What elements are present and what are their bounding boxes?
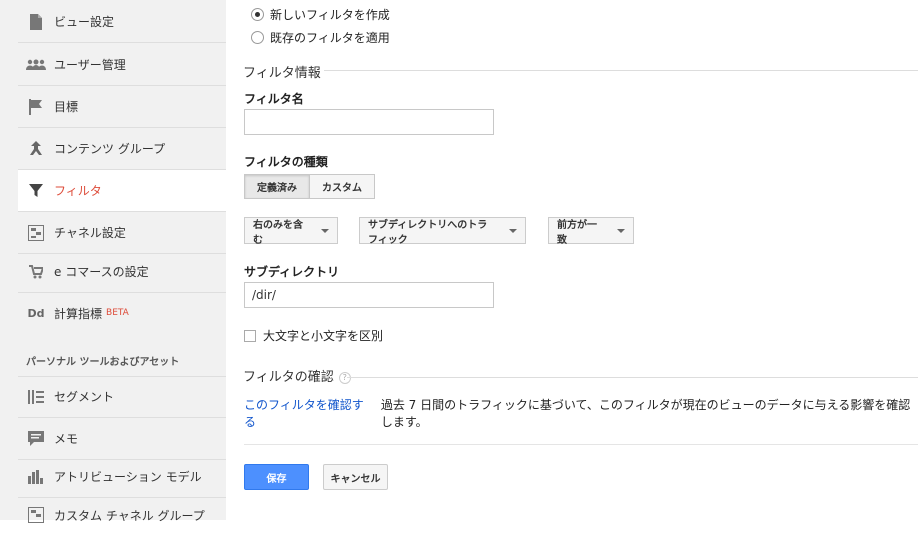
radio-apply-existing-filter[interactable]: 既存のフィルタを適用 — [251, 29, 390, 46]
sidebar-item-segments[interactable]: セグメント — [18, 376, 226, 418]
case-sensitive-checkbox[interactable] — [244, 329, 256, 342]
traffic-source-dropdown[interactable]: サブディレクトリへのトラフィック — [359, 217, 526, 246]
sidebar-item-filters[interactable]: フィルタ — [18, 170, 226, 212]
sidebar-item-view-settings[interactable]: ビュー設定 — [18, 1, 226, 43]
checkbox-label: 大文字と小文字を区別 — [263, 329, 384, 343]
sidebar-item-label: ユーザー管理 — [54, 58, 126, 72]
chevron-down-icon — [321, 228, 329, 233]
sidebar-item-channel-settings[interactable]: チャネル設定 — [18, 212, 226, 254]
radio-create-new-filter[interactable]: 新しいフィルタを作成 — [251, 6, 390, 23]
sidebar-item-label: カスタム チャネル グループ — [54, 508, 205, 523]
sidebar-item-label: 目標 — [54, 100, 79, 114]
sidebar-item-user-management[interactable]: ユーザー管理 — [18, 44, 226, 86]
sidebar: ビュー設定 ユーザー管理 目標 コンテンツ グループ フィルタ チャネル設定 e… — [0, 0, 226, 523]
verify-filter-title: フィルタの確認 — [243, 370, 334, 385]
attribution-icon — [18, 469, 54, 484]
calculated-metrics-icon: Dd — [27, 306, 45, 320]
radio-button[interactable] — [251, 8, 264, 21]
dropdown-value: 前方が一致 — [557, 219, 597, 246]
note-icon — [18, 431, 54, 446]
subdirectory-input[interactable] — [244, 282, 494, 308]
custom-channel-icon — [18, 507, 54, 523]
sidebar-item-content-grouping[interactable]: コンテンツ グループ — [18, 128, 226, 170]
sidebar-item-ecommerce[interactable]: e コマースの設定 — [18, 251, 226, 293]
save-button[interactable]: 保存 — [244, 464, 309, 490]
verify-filter-heading: フィルタの確認? — [243, 366, 351, 385]
include-exclude-dropdown[interactable]: 右のみを含む — [244, 217, 338, 246]
filter-name-input[interactable] — [244, 109, 494, 135]
dropdown-value: サブディレクトリへのトラフィック — [368, 219, 488, 246]
match-type-dropdown[interactable]: 前方が一致 — [548, 217, 634, 246]
sidebar-item-label: メモ — [54, 432, 79, 446]
custom-tab[interactable]: カスタム — [310, 174, 375, 199]
sidebar-item-annotations[interactable]: メモ — [18, 418, 226, 460]
sidebar-item-attribution-models[interactable]: アトリビューション モデル — [18, 456, 226, 498]
sidebar-item-label: チャネル設定 — [54, 226, 126, 240]
document-icon — [18, 13, 54, 30]
verify-filter-link[interactable]: このフィルタを確認する — [244, 396, 367, 430]
flag-icon — [18, 98, 54, 115]
radio-label: 既存のフィルタを適用 — [270, 31, 390, 45]
users-icon — [18, 59, 54, 71]
dropdown-value: 右のみを含む — [253, 219, 303, 246]
section-divider — [324, 70, 918, 71]
sidebar-item-calculated-metrics[interactable]: Dd 計算指標 BETA — [18, 292, 226, 334]
cancel-button[interactable]: キャンセル — [323, 464, 388, 490]
filter-type-label: フィルタの種類 — [244, 155, 328, 169]
sidebar-item-label: セグメント — [54, 390, 115, 404]
filter-icon — [18, 183, 54, 198]
form-divider — [244, 444, 918, 445]
predefined-tab[interactable]: 定義済み — [244, 174, 310, 199]
sidebar-section-title: パーソナル ツールおよびアセット — [26, 357, 180, 368]
sidebar-item-label: アトリビューション モデル — [54, 470, 202, 484]
sidebar-item-label: 計算指標 — [54, 306, 103, 321]
verify-description: 過去 7 日間のトラフィックに基づいて、このフィルタが現在のビューのデータに与え… — [380, 398, 911, 429]
radio-button[interactable] — [251, 31, 264, 44]
chevron-down-icon — [509, 228, 517, 233]
filter-info-heading: フィルタ情報 — [243, 66, 321, 81]
verify-row: このフィルタを確認する 過去 7 日間のトラフィックに基づいて、このフィルタが現… — [244, 396, 918, 430]
section-divider — [347, 377, 918, 378]
radio-label: 新しいフィルタを作成 — [270, 8, 390, 22]
filter-name-label: フィルタ名 — [244, 92, 304, 106]
subdirectory-label: サブディレクトリ — [244, 265, 340, 279]
sidebar-item-label: フィルタ — [54, 184, 102, 198]
cart-icon — [18, 264, 54, 279]
segment-icon — [18, 389, 54, 404]
filter-type-toggle: 定義済み カスタム — [244, 174, 375, 199]
sidebar-item-custom-channel-grouping[interactable]: カスタム チャネル グループ — [18, 494, 226, 536]
chevron-down-icon — [617, 228, 625, 233]
beta-badge: BETA — [106, 308, 129, 318]
content-group-icon — [18, 140, 54, 157]
sidebar-item-goals[interactable]: 目標 — [18, 86, 226, 128]
filter-form: 新しいフィルタを作成 既存のフィルタを適用 フィルタ情報 フィルタ名 フィルタの… — [226, 0, 918, 520]
sidebar-item-label: コンテンツ グループ — [54, 142, 166, 156]
channel-icon — [18, 224, 54, 241]
case-sensitive-option[interactable]: 大文字と小文字を区別 — [244, 327, 383, 344]
sidebar-item-label: ビュー設定 — [54, 15, 115, 29]
sidebar-item-label: e コマースの設定 — [54, 265, 149, 279]
